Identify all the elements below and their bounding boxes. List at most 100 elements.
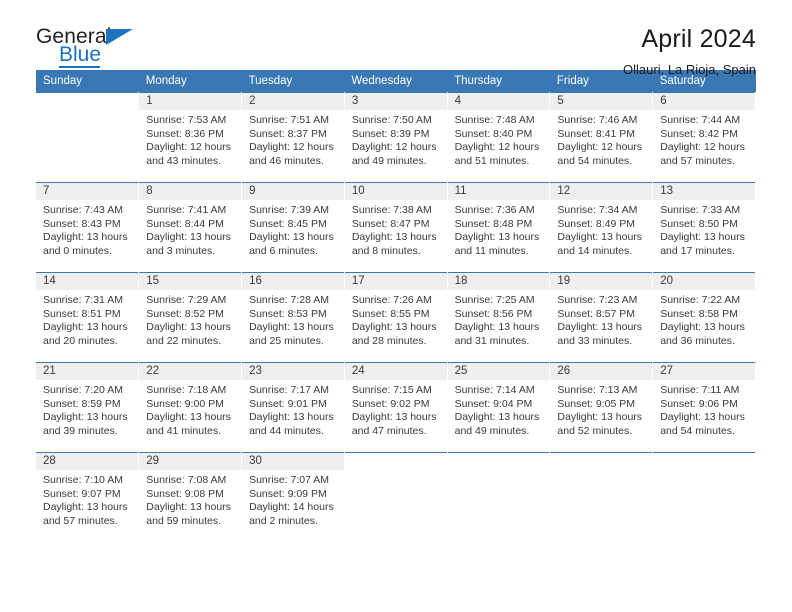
day-number: 25 — [447, 363, 550, 380]
day-cell[interactable]: 15 Sunrise: 7:29 AM Sunset: 8:52 PM Dayligh… — [138, 272, 243, 363]
day-cell[interactable]: 17 Sunrise: 7:26 AM Sunset: 8:55 PM Dayligh… — [344, 272, 448, 363]
daylight-text-line2: and 47 minutes. — [351, 424, 427, 437]
week-row: 28 Sunrise: 7:10 AM Sunset: 9:07 PM Dayligh… — [36, 452, 756, 541]
day-cell[interactable]: 23 Sunrise: 7:17 AM Sunset: 9:01 PM Dayligh… — [241, 362, 345, 453]
day-cell[interactable]: 6 Sunrise: 7:44 AM Sunset: 8:42 PM Daylight… — [652, 92, 756, 183]
sunset-text: Sunset: 9:00 PM — [146, 397, 224, 410]
sunrise-text: Sunrise: 7:13 AM — [557, 384, 638, 396]
day-number: 22 — [139, 363, 242, 380]
sunset-text: Sunset: 8:42 PM — [660, 127, 738, 140]
daylight-text-line2: and 2 minutes. — [249, 514, 318, 527]
day-number: 6 — [653, 93, 755, 110]
day-cell[interactable] — [344, 452, 448, 541]
day-details: Sunrise: 7:07 AM Sunset: 9:09 PM Daylight:… — [242, 470, 344, 528]
sunrise-text: Sunrise: 7:10 AM — [43, 474, 123, 486]
day-number: 10 — [344, 183, 447, 200]
day-cell[interactable] — [36, 92, 140, 183]
day-number: 2 — [242, 93, 344, 110]
day-number: 12 — [550, 183, 653, 200]
day-cell[interactable]: 8 Sunrise: 7:41 AM Sunset: 8:44 PM Daylight… — [138, 182, 243, 273]
daylight-text-line1: Daylight: 13 hours — [249, 231, 334, 244]
day-cell[interactable]: 27 Sunrise: 7:11 AM Sunset: 9:06 PM Dayligh… — [652, 362, 756, 453]
day-cell[interactable]: 21 Sunrise: 7:20 AM Sunset: 8:59 PM Dayligh… — [36, 362, 140, 453]
daylight-text-line1: Daylight: 13 hours — [146, 501, 231, 514]
day-cell[interactable]: 24 Sunrise: 7:15 AM Sunset: 9:02 PM Dayligh… — [344, 362, 448, 453]
day-number: 18 — [447, 273, 550, 290]
day-cell[interactable]: 3 Sunrise: 7:50 AM Sunset: 8:39 PM Daylight… — [344, 92, 448, 183]
day-number: 24 — [344, 363, 447, 380]
day-details: Sunrise: 7:15 AM Sunset: 9:02 PM Daylight:… — [345, 380, 447, 438]
day-details: Sunrise: 7:08 AM Sunset: 9:08 PM Daylight:… — [139, 470, 241, 528]
day-cell[interactable]: 30 Sunrise: 7:07 AM Sunset: 9:09 PM Dayligh… — [241, 452, 345, 541]
day-cell[interactable]: 13 Sunrise: 7:33 AM Sunset: 8:50 PM Dayligh… — [652, 182, 756, 273]
day-cell[interactable]: 1 Sunrise: 7:53 AM Sunset: 8:36 PM Daylight… — [138, 92, 243, 183]
day-details: Sunrise: 7:26 AM Sunset: 8:55 PM Daylight:… — [345, 290, 447, 348]
day-number: 1 — [139, 93, 242, 110]
day-number — [344, 453, 447, 470]
day-cell[interactable]: 28 Sunrise: 7:10 AM Sunset: 9:07 PM Dayligh… — [36, 452, 140, 541]
daylight-text-line2: and 52 minutes. — [557, 424, 633, 437]
weekday-header-wednesday: Wednesday — [344, 70, 448, 93]
day-cell[interactable]: 29 Sunrise: 7:08 AM Sunset: 9:08 PM Dayligh… — [138, 452, 243, 541]
weekday-header-sunday: Sunday — [36, 70, 139, 93]
week-row: 7 Sunrise: 7:43 AM Sunset: 8:43 PM Daylight… — [36, 182, 756, 273]
day-cell[interactable]: 16 Sunrise: 7:28 AM Sunset: 8:53 PM Dayligh… — [241, 272, 345, 363]
day-cell[interactable]: 5 Sunrise: 7:46 AM Sunset: 8:41 PM Daylight… — [549, 92, 654, 183]
sunrise-text: Sunrise: 7:36 AM — [454, 204, 535, 216]
day-cell[interactable]: 12 Sunrise: 7:34 AM Sunset: 8:49 PM Dayligh… — [549, 182, 654, 273]
day-details: Sunrise: 7:17 AM Sunset: 9:01 PM Daylight:… — [242, 380, 344, 438]
sunset-text: Sunset: 8:59 PM — [43, 397, 121, 410]
page-header: General Blue April 2024 Ollauri, La Rioj… — [36, 0, 756, 76]
sunset-text: Sunset: 8:36 PM — [146, 127, 224, 140]
day-details: Sunrise: 7:39 AM Sunset: 8:45 PM Daylight:… — [242, 200, 344, 258]
day-cell[interactable]: 11 Sunrise: 7:36 AM Sunset: 8:48 PM Dayligh… — [447, 182, 551, 273]
day-cell[interactable]: 26 Sunrise: 7:13 AM Sunset: 9:05 PM Dayligh… — [549, 362, 654, 453]
day-number: 27 — [653, 363, 755, 380]
daylight-text-line1: Daylight: 13 hours — [249, 321, 334, 334]
daylight-text-line2: and 11 minutes. — [454, 244, 529, 257]
sunset-text: Sunset: 8:52 PM — [146, 307, 224, 320]
day-cell[interactable]: 22 Sunrise: 7:18 AM Sunset: 9:00 PM Dayligh… — [138, 362, 243, 453]
sunrise-text: Sunrise: 7:31 AM — [43, 294, 123, 306]
sunrise-text: Sunrise: 7:44 AM — [660, 114, 741, 126]
calendar-grid: Sunday Monday Tuesday Wednesday Thursday… — [36, 70, 756, 541]
daylight-text-line1: Daylight: 13 hours — [660, 321, 745, 334]
day-details — [36, 110, 138, 114]
daylight-text-line2: and 22 minutes. — [146, 334, 221, 347]
calendar-page: General Blue April 2024 Ollauri, La Rioj… — [0, 0, 792, 612]
sunset-text: Sunset: 9:07 PM — [43, 487, 121, 500]
day-cell[interactable]: 14 Sunrise: 7:31 AM Sunset: 8:51 PM Dayligh… — [36, 272, 140, 363]
daylight-text-line1: Daylight: 12 hours — [249, 141, 334, 154]
daylight-text-line1: Daylight: 13 hours — [660, 411, 745, 424]
sunset-text: Sunset: 9:05 PM — [557, 397, 636, 410]
sunrise-text: Sunrise: 7:18 AM — [146, 384, 227, 396]
sunset-text: Sunset: 8:55 PM — [351, 307, 430, 320]
daylight-text-line2: and 25 minutes. — [249, 334, 324, 347]
daylight-text-line1: Daylight: 13 hours — [660, 231, 745, 244]
daylight-text-line2: and 49 minutes. — [351, 154, 427, 167]
day-cell[interactable] — [447, 452, 551, 541]
general-blue-logo[interactable]: General Blue — [36, 26, 146, 72]
day-cell[interactable]: 7 Sunrise: 7:43 AM Sunset: 8:43 PM Daylight… — [36, 182, 140, 273]
day-cell[interactable]: 9 Sunrise: 7:39 AM Sunset: 8:45 PM Daylight… — [241, 182, 345, 273]
day-cell[interactable]: 19 Sunrise: 7:23 AM Sunset: 8:57 PM Dayligh… — [549, 272, 654, 363]
page-title: April 2024 — [641, 25, 756, 53]
day-cell[interactable]: 4 Sunrise: 7:48 AM Sunset: 8:40 PM Daylight… — [447, 92, 551, 183]
day-cell[interactable] — [549, 452, 654, 541]
day-number: 3 — [344, 93, 447, 110]
day-cell[interactable]: 18 Sunrise: 7:25 AM Sunset: 8:56 PM Dayligh… — [447, 272, 551, 363]
day-number — [36, 93, 139, 110]
day-cell[interactable]: 25 Sunrise: 7:14 AM Sunset: 9:04 PM Dayligh… — [447, 362, 551, 453]
day-number: 13 — [653, 183, 755, 200]
sunrise-text: Sunrise: 7:07 AM — [249, 474, 330, 486]
daylight-text-line2: and 28 minutes. — [351, 334, 427, 347]
day-cell[interactable]: 2 Sunrise: 7:51 AM Sunset: 8:37 PM Daylight… — [241, 92, 345, 183]
sunset-text: Sunset: 8:56 PM — [454, 307, 533, 320]
daylight-text-line2: and 44 minutes. — [249, 424, 324, 437]
day-cell[interactable]: 10 Sunrise: 7:38 AM Sunset: 8:47 PM Dayligh… — [344, 182, 448, 273]
daylight-text-line1: Daylight: 13 hours — [351, 411, 437, 424]
day-number — [653, 453, 755, 470]
day-cell[interactable]: 20 Sunrise: 7:22 AM Sunset: 8:58 PM Dayligh… — [652, 272, 756, 363]
day-cell[interactable] — [652, 452, 756, 541]
day-details: Sunrise: 7:38 AM Sunset: 8:47 PM Daylight:… — [345, 200, 447, 258]
